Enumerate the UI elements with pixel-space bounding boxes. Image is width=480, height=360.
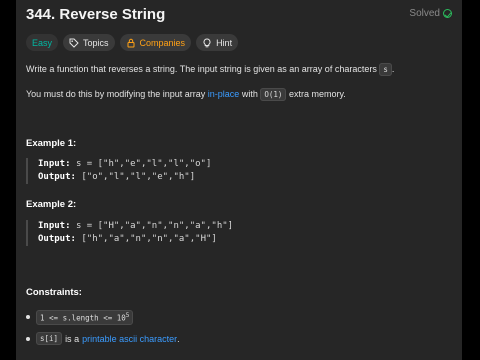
hint-button[interactable]: Hint [196, 34, 239, 51]
statement-paragraph-2: You must do this by modifying the input … [26, 88, 346, 101]
tag-icon [69, 38, 79, 48]
title-row: 344. Reverse String Solved [26, 6, 452, 26]
check-circle-icon [443, 9, 452, 18]
solved-label: Solved [409, 8, 440, 19]
topics-button[interactable]: Topics [63, 34, 115, 51]
example-2-block: Input: s = ["H","a","n","n","a","h"] Out… [26, 220, 233, 246]
companies-label: Companies [139, 37, 186, 48]
lock-icon [127, 38, 135, 47]
in-place-link[interactable]: in-place [208, 89, 240, 99]
problem-statement: Write a function that reverses a string.… [26, 63, 452, 113]
problem-description-panel: 344. Reverse String Solved Easy Topics C… [16, 0, 462, 360]
constraint-item: s[i] is a printable ascii character. [26, 332, 180, 345]
constraints-title: Constraints: [26, 287, 82, 298]
example-1-title: Example 1: [26, 138, 77, 149]
inline-code: s[i] [36, 332, 63, 345]
difficulty-badge: Easy [26, 34, 59, 51]
printable-ascii-link[interactable]: printable ascii character [82, 334, 177, 344]
inline-code: 1 <= s.length <= 105 [36, 310, 134, 325]
bullet [26, 315, 30, 320]
example-1-block: Input: s = ["h","e","l","l","o"] Output:… [26, 158, 211, 184]
companies-button[interactable]: Companies [119, 34, 192, 51]
statement-paragraph-1: Write a function that reverses a string.… [26, 63, 395, 76]
solved-status: Solved [409, 8, 452, 19]
hint-label: Hint [216, 37, 233, 48]
inline-code: O(1) [260, 88, 287, 101]
topics-label: Topics [83, 37, 109, 48]
example-2-title: Example 2: [26, 199, 77, 210]
lightbulb-icon [203, 37, 211, 47]
constraint-item: 1 <= s.length <= 105 [26, 310, 134, 325]
problem-title[interactable]: 344. Reverse String [26, 6, 165, 23]
inline-code: s [379, 63, 392, 76]
tag-row: Easy Topics Companies Hint [26, 34, 239, 51]
bullet [26, 336, 30, 341]
